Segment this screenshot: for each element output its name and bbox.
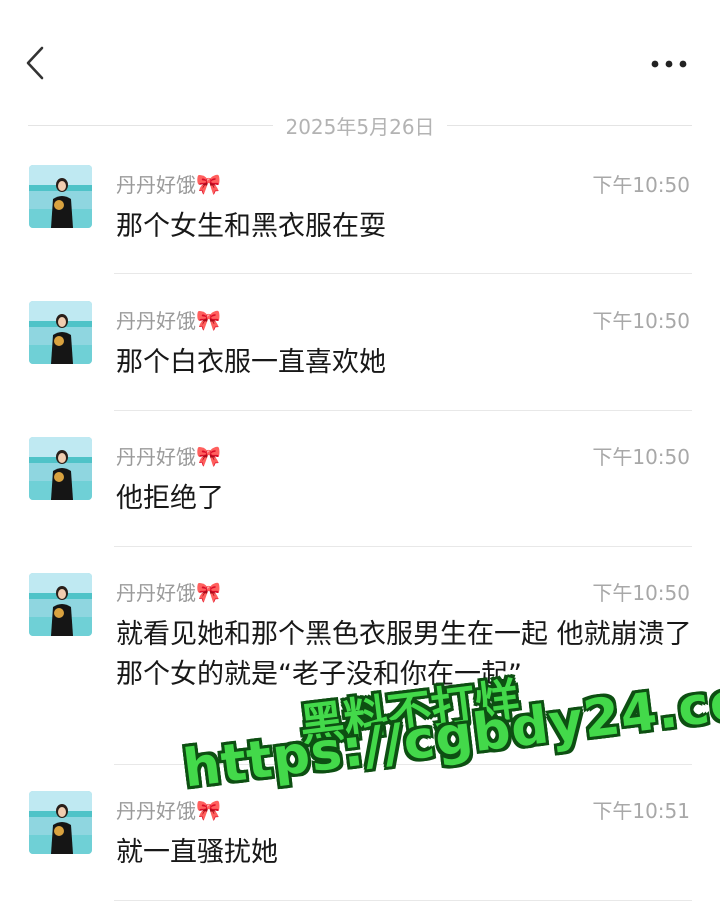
message-text[interactable]: 他拒绝了 <box>116 479 696 519</box>
bow-emoji: 🎀 <box>196 171 221 196</box>
avatar[interactable] <box>29 573 92 636</box>
sender-name: 丹丹好饿 🎀 <box>116 171 221 198</box>
avatar-image <box>29 791 92 854</box>
message-text[interactable]: 就一直骚扰她 <box>116 833 696 873</box>
message-text[interactable]: 那个女生和黑衣服在耍 <box>116 207 696 247</box>
bow-emoji: 🎀 <box>196 443 221 468</box>
message-separator <box>114 764 692 765</box>
back-button[interactable] <box>22 44 52 82</box>
chat-history-page: 2025年5月26日 丹丹好饿 🎀 下午10:50 那个女生和黑衣服在耍 丹丹好… <box>0 0 720 915</box>
avatar[interactable] <box>29 301 92 364</box>
date-label: 2025年5月26日 <box>285 114 435 139</box>
divider-line <box>446 124 693 126</box>
avatar[interactable] <box>29 437 92 500</box>
sender-name: 丹丹好饿 🎀 <box>116 579 221 606</box>
message-time: 下午10:50 <box>592 445 690 469</box>
avatar[interactable] <box>29 791 92 854</box>
message-separator <box>114 410 692 411</box>
more-horizontal-icon <box>651 60 687 68</box>
divider-line <box>28 124 274 126</box>
message-time: 下午10:50 <box>592 173 690 197</box>
message-separator <box>114 273 692 274</box>
avatar-image <box>29 573 92 636</box>
message-time: 下午10:50 <box>592 581 690 605</box>
message-separator <box>114 546 692 547</box>
message-text[interactable]: 那个白衣服一直喜欢她 <box>116 343 696 383</box>
bow-emoji: 🎀 <box>196 307 221 332</box>
chevron-left-icon <box>26 46 44 80</box>
sender-name: 丹丹好饿 🎀 <box>116 443 221 470</box>
message-time: 下午10:50 <box>592 309 690 333</box>
sender-name: 丹丹好饿 🎀 <box>116 307 221 334</box>
avatar-image <box>29 437 92 500</box>
message-time: 下午10:51 <box>592 799 690 823</box>
date-divider: 2025年5月26日 <box>28 110 693 140</box>
sender-name: 丹丹好饿 🎀 <box>116 797 221 824</box>
avatar[interactable] <box>29 165 92 228</box>
avatar-image <box>29 301 92 364</box>
bow-emoji: 🎀 <box>196 797 221 822</box>
avatar-image <box>29 165 92 228</box>
more-button[interactable] <box>650 56 688 70</box>
message-separator <box>114 900 692 901</box>
message-text[interactable]: 就看见她和那个黑色衣服男生在一起 他就崩溃了 那个女的就是“老子没和你在一起” <box>116 615 696 695</box>
bow-emoji: 🎀 <box>196 579 221 604</box>
